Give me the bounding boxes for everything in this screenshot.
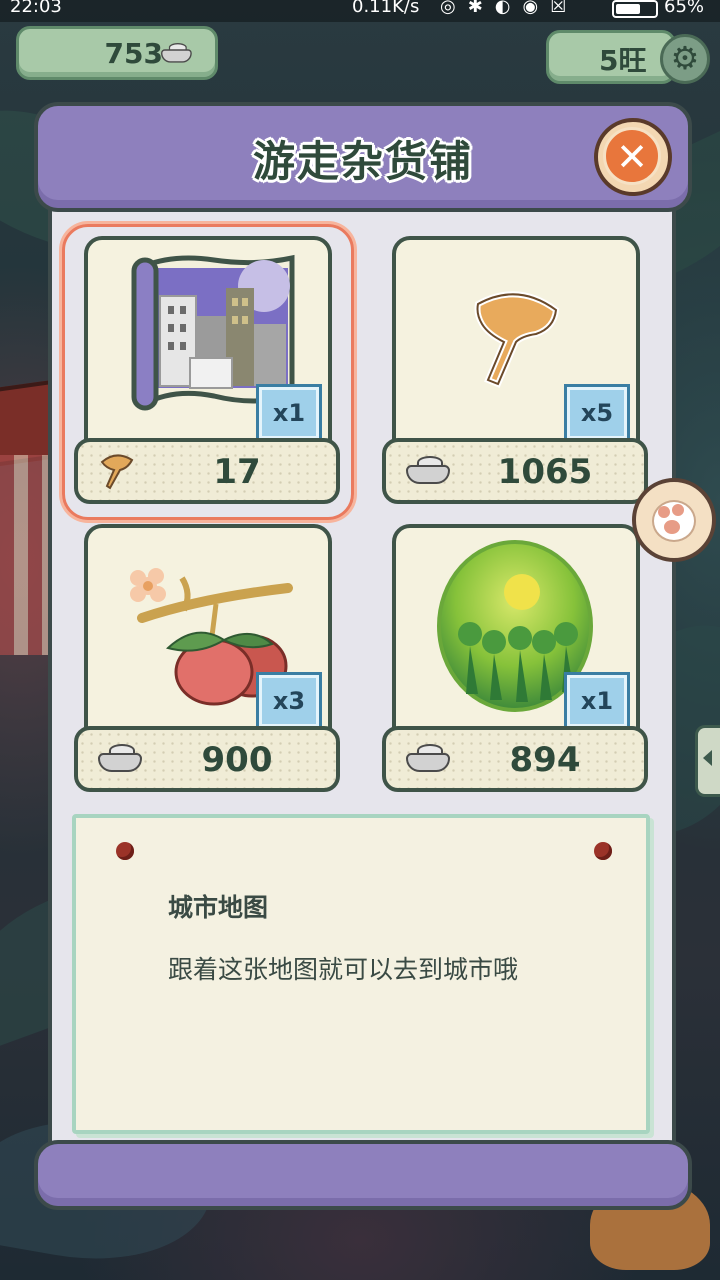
silver-ingot-icon: [161, 43, 192, 63]
price-amount: 900: [201, 740, 273, 780]
status-bar: 22:03 0.11K/s ◎✱◐◉☒ 65%: [0, 0, 720, 22]
side-drawer-tab[interactable]: [695, 725, 720, 797]
shop-footer-bar: [34, 1140, 692, 1210]
silver-ingot-icon: [406, 456, 450, 484]
price-tag: 1065: [382, 438, 648, 504]
battery-icon: [612, 0, 658, 18]
shop-item-fruit-branch[interactable]: x3 900: [74, 524, 340, 794]
level-badge: 5旺: [546, 30, 676, 84]
shop-item-green-orb[interactable]: x1 894: [382, 524, 648, 794]
status-time: 22:03: [10, 0, 62, 17]
silver-ingot-icon: [406, 744, 450, 772]
pin-icon: [594, 842, 612, 860]
silver-ingot-icon: [98, 744, 142, 772]
price-tag: 894: [382, 726, 648, 792]
shop-item-city-map[interactable]: x1 17: [62, 224, 354, 520]
currency-amount: 753: [104, 37, 163, 70]
chevron-left-icon: [703, 750, 712, 766]
pin-icon: [116, 842, 134, 860]
price-amount: 894: [509, 740, 581, 780]
shop-title: 游走杂货铺: [252, 137, 473, 186]
ginkgo-leaf-icon: [100, 454, 134, 490]
close-button[interactable]: ✕: [594, 118, 672, 196]
price-amount: 1065: [497, 452, 593, 492]
price-amount: 17: [213, 452, 261, 492]
level-value: 5旺: [599, 44, 647, 77]
quantity-badge: x1: [564, 672, 630, 730]
ginkgo-leaf-icon: [474, 291, 560, 388]
shop-item-ginkgo-leaf[interactable]: x5 1065: [382, 236, 648, 506]
price-tag: 900: [74, 726, 340, 792]
currency-counter: 753: [16, 26, 218, 80]
paw-button[interactable]: [632, 478, 716, 562]
quantity-badge: x3: [256, 672, 322, 730]
status-icons: ◎✱◐◉☒: [440, 0, 579, 17]
close-icon: ✕: [616, 135, 648, 179]
item-description: 跟着这张地图就可以去到城市哦: [168, 955, 519, 984]
battery-percent: 65%: [664, 0, 705, 17]
quantity-badge: x1: [256, 384, 322, 442]
network-speed: 0.11K/s: [352, 0, 420, 17]
gear-icon[interactable]: ⚙: [660, 34, 710, 84]
item-description-card: 城市地图 跟着这张地图就可以去到城市哦: [72, 814, 650, 1134]
price-tag: 17: [74, 438, 340, 504]
item-name: 城市地图: [168, 893, 269, 922]
quantity-badge: x5: [564, 384, 630, 442]
